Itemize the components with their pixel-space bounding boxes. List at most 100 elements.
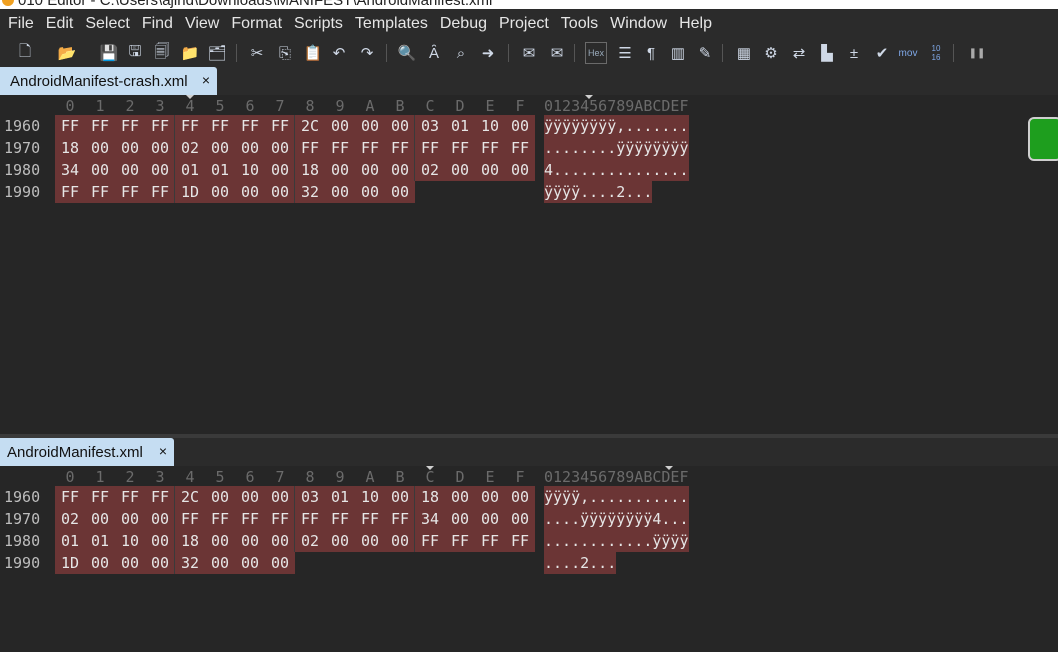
find-in-files-icon[interactable]: ⌕ <box>450 42 472 64</box>
pause-icon[interactable]: ❚❚ <box>966 42 988 64</box>
hex-byte[interactable]: FF <box>325 508 355 530</box>
compare-folders-icon[interactable]: ✉ <box>546 42 568 64</box>
hex-byte[interactable]: FF <box>265 115 295 137</box>
hex-byte[interactable]: 00 <box>355 530 385 552</box>
hex-byte[interactable]: 00 <box>235 181 265 203</box>
hex-byte[interactable]: 00 <box>235 486 265 508</box>
goto-icon[interactable]: ➜ <box>477 42 499 64</box>
hex-byte[interactable]: 2C <box>175 486 205 508</box>
menu-project[interactable]: Project <box>493 9 555 39</box>
open-folder-icon[interactable]: 📁 <box>179 42 201 64</box>
hex-byte[interactable]: 00 <box>385 159 415 181</box>
hex-byte[interactable]: 00 <box>145 552 175 574</box>
menu-format[interactable]: Format <box>225 9 288 39</box>
tab-androidmanifest-crash[interactable]: AndroidManifest-crash.xml × <box>0 67 217 95</box>
hex-byte[interactable]: 01 <box>85 530 115 552</box>
hex-byte[interactable]: 34 <box>415 508 445 530</box>
hex-byte[interactable]: 03 <box>295 486 325 508</box>
hex-byte[interactable]: 01 <box>205 159 235 181</box>
hex-byte[interactable]: 00 <box>205 137 235 159</box>
hex-byte[interactable]: 00 <box>385 486 415 508</box>
hex-byte[interactable]: 02 <box>415 159 445 181</box>
hex-byte[interactable]: FF <box>385 508 415 530</box>
hex-byte[interactable]: 00 <box>235 137 265 159</box>
hex-byte[interactable]: FF <box>475 530 505 552</box>
hex-byte[interactable]: FF <box>295 137 325 159</box>
hex-byte[interactable]: FF <box>115 486 145 508</box>
tab-androidmanifest[interactable]: AndroidManifest.xml × <box>0 438 174 466</box>
save-icon[interactable]: 💾 <box>98 42 120 64</box>
menu-scripts[interactable]: Scripts <box>288 9 349 39</box>
menu-window[interactable]: Window <box>604 9 673 39</box>
hex-byte[interactable]: 02 <box>295 530 325 552</box>
hex-byte[interactable]: 10 <box>115 530 145 552</box>
hex-pane-crash[interactable]: 0 1 2 3 4 5 6 7 8 9 A B C D E F 0123456789ABCDEF 1960 FF FF… <box>0 95 1058 434</box>
hex-byte[interactable]: 00 <box>115 552 145 574</box>
scroll-marker[interactable] <box>1028 117 1058 161</box>
hex-byte[interactable]: FF <box>295 508 325 530</box>
hex-byte[interactable]: FF <box>415 137 445 159</box>
hex-byte[interactable]: 32 <box>295 181 325 203</box>
hex-byte[interactable]: 00 <box>235 530 265 552</box>
hex-byte[interactable]: 00 <box>265 530 295 552</box>
hex-byte[interactable]: 00 <box>85 159 115 181</box>
hex-byte[interactable]: 00 <box>385 181 415 203</box>
hex-byte[interactable]: 00 <box>85 552 115 574</box>
ascii-text[interactable]: 4............... <box>544 159 689 181</box>
hex-byte[interactable]: FF <box>235 115 265 137</box>
disassembler-icon[interactable]: mov <box>897 42 919 64</box>
hex-byte[interactable]: 00 <box>145 508 175 530</box>
save-all-icon[interactable]: 🗐 <box>151 42 173 64</box>
close-icon[interactable]: × <box>156 443 170 459</box>
hex-byte[interactable]: FF <box>115 115 145 137</box>
ascii-text[interactable]: ........ÿÿÿÿÿÿÿÿ <box>544 137 689 159</box>
hex-byte[interactable]: 18 <box>295 159 325 181</box>
hex-view-icon[interactable]: Hex <box>585 42 607 64</box>
hex-byte[interactable]: FF <box>235 508 265 530</box>
hex-byte[interactable]: FF <box>115 181 145 203</box>
menu-debug[interactable]: Debug <box>434 9 493 39</box>
menu-help[interactable]: Help <box>673 9 718 39</box>
hex-byte[interactable]: 00 <box>115 159 145 181</box>
hex-byte[interactable]: 00 <box>475 508 505 530</box>
hex-byte[interactable]: 18 <box>415 486 445 508</box>
undo-icon[interactable]: ↶ <box>328 42 350 64</box>
hex-byte[interactable]: FF <box>55 115 85 137</box>
find-icon[interactable]: 🔍 <box>396 42 418 64</box>
hex-byte[interactable]: 02 <box>55 508 85 530</box>
hex-byte[interactable]: 34 <box>55 159 85 181</box>
hex-byte[interactable]: 00 <box>205 530 235 552</box>
close-icon[interactable]: × <box>199 72 213 88</box>
hex-byte[interactable]: FF <box>325 137 355 159</box>
hex-byte[interactable]: 00 <box>325 181 355 203</box>
hex-byte[interactable]: 00 <box>235 552 265 574</box>
hex-byte[interactable]: 00 <box>475 486 505 508</box>
hex-byte[interactable]: FF <box>85 181 115 203</box>
hex-byte[interactable]: FF <box>505 137 535 159</box>
hex-byte[interactable]: 00 <box>265 159 295 181</box>
hex-byte[interactable]: 1D <box>55 552 85 574</box>
hex-byte[interactable]: FF <box>55 486 85 508</box>
base-converter-icon[interactable]: 10 16 <box>925 42 947 64</box>
hex-byte[interactable]: 00 <box>325 159 355 181</box>
hex-byte[interactable]: 00 <box>325 530 355 552</box>
hex-byte[interactable]: 00 <box>145 530 175 552</box>
hex-byte[interactable]: 00 <box>85 508 115 530</box>
ascii-text[interactable]: ÿÿÿÿ,........... <box>544 486 689 508</box>
hex-byte[interactable]: 01 <box>445 115 475 137</box>
hex-byte[interactable]: FF <box>85 486 115 508</box>
hex-byte[interactable]: 18 <box>175 530 205 552</box>
hex-byte[interactable]: 00 <box>445 486 475 508</box>
hex-byte[interactable]: FF <box>415 530 445 552</box>
hex-byte[interactable]: 00 <box>445 159 475 181</box>
redo-icon[interactable]: ↷ <box>356 42 378 64</box>
hex-byte[interactable]: 00 <box>445 508 475 530</box>
cut-icon[interactable]: ✂ <box>246 42 268 64</box>
hex-byte[interactable]: FF <box>505 530 535 552</box>
hex-byte[interactable]: 00 <box>385 115 415 137</box>
hex-byte[interactable]: FF <box>145 181 175 203</box>
hex-byte[interactable]: FF <box>175 115 205 137</box>
hex-byte[interactable]: 00 <box>505 115 535 137</box>
ascii-text[interactable]: ÿÿÿÿ....2... <box>544 181 653 203</box>
hex-byte[interactable]: FF <box>145 115 175 137</box>
